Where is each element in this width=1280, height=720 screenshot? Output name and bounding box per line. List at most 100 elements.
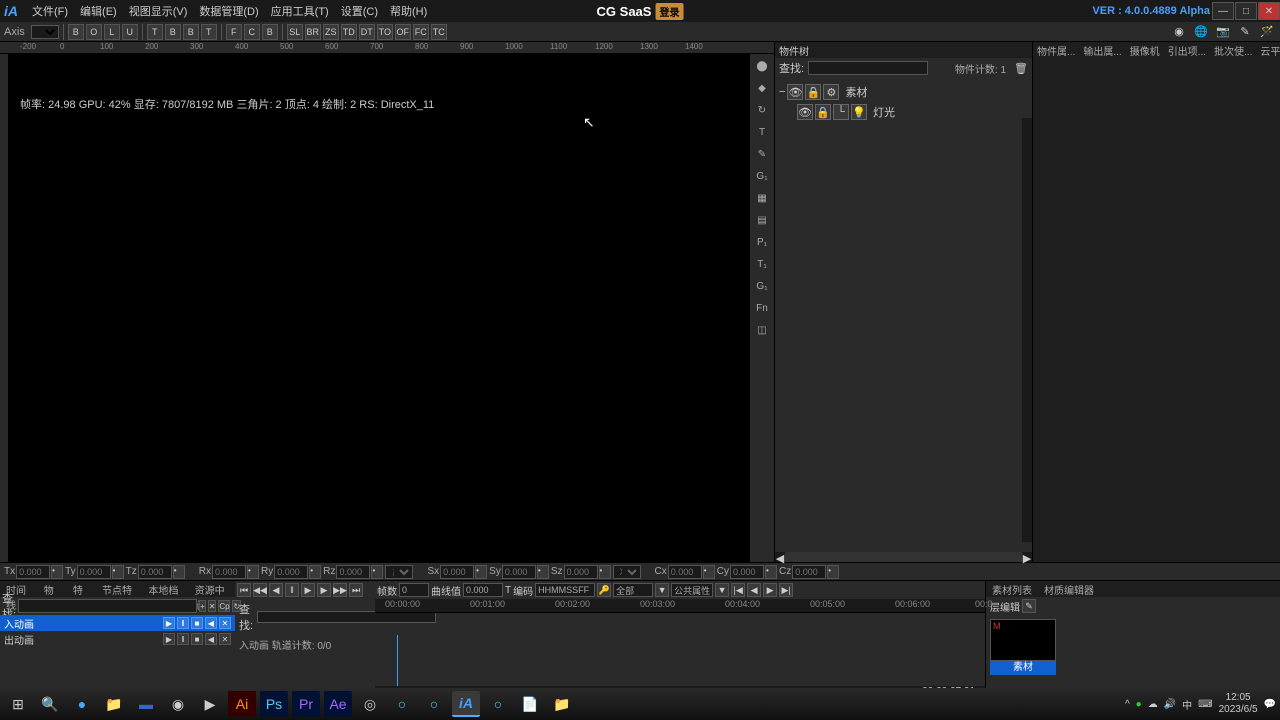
play-icon[interactable]: ▶ — [163, 617, 175, 629]
props-tab-output[interactable]: 输出属... — [1079, 42, 1125, 58]
rz-input[interactable] — [336, 565, 370, 579]
tab-object[interactable]: 物件 — [38, 581, 67, 597]
outliner-tree[interactable]: − 👁 🔒 ⚙ 素材 👁 🔒 └ 💡 灯光 — [775, 78, 1032, 552]
tb-d2[interactable]: C — [244, 24, 260, 40]
tb-c4[interactable]: T — [201, 24, 217, 40]
playhead[interactable] — [397, 635, 398, 686]
tray-keyboard-icon[interactable]: ⌨ — [1198, 699, 1212, 710]
tb-d3[interactable]: B — [262, 24, 278, 40]
tool-p1-icon[interactable]: P₁ — [752, 232, 772, 252]
ry-input[interactable] — [274, 565, 308, 579]
lock-icon[interactable]: 🔒 — [815, 104, 831, 120]
anim-row-out[interactable]: 出动画 ▶ ‖ ■ ◀ ✕ — [0, 631, 235, 647]
tab-resource[interactable]: 资源中心 — [189, 581, 235, 597]
tray-ime-icon[interactable]: 中 — [1182, 697, 1192, 712]
tool-fn-icon[interactable]: Fn — [752, 298, 772, 318]
tree-row-child[interactable]: 👁 🔒 └ 💡 灯光 — [779, 102, 1028, 122]
tb-e5[interactable]: DT — [359, 24, 375, 40]
tool-g2-icon[interactable]: G₁ — [752, 276, 772, 296]
tray-cloud-icon[interactable]: ☁ — [1148, 699, 1158, 710]
tool-pen-icon[interactable]: ✎ — [752, 144, 772, 164]
notification-icon[interactable]: 💬 — [1264, 699, 1276, 710]
close-icon[interactable]: ✕ — [219, 633, 231, 645]
tab-fx[interactable]: 特技 — [67, 581, 96, 597]
tb-b4[interactable]: U — [122, 24, 138, 40]
x-icon[interactable]: ✕ — [208, 600, 217, 612]
pause-icon[interactable]: ‖ — [285, 583, 299, 597]
ai-icon[interactable]: Ai — [228, 691, 256, 717]
folder-icon[interactable]: 📁 — [548, 691, 576, 717]
trash-icon[interactable]: 🗑 — [1014, 62, 1028, 75]
add-icon[interactable]: + — [199, 600, 206, 612]
app-icon-4[interactable]: ○ — [388, 691, 416, 717]
last-frame-icon[interactable]: ⏭ — [349, 583, 363, 597]
login-button[interactable]: 登录 — [655, 3, 683, 20]
outliner-scrollbar[interactable] — [1022, 118, 1032, 542]
sy-input[interactable] — [502, 565, 536, 579]
expand-icon[interactable]: − — [779, 86, 785, 98]
chrome-icon[interactable]: ● — [68, 691, 96, 717]
edit-icon[interactable]: ✎ — [1236, 23, 1254, 41]
record-icon[interactable]: ◉ — [1170, 23, 1188, 41]
tab-asset-list[interactable]: 素材列表 — [986, 581, 1038, 597]
tb-c1[interactable]: T — [147, 24, 163, 40]
tool-diamond-icon[interactable]: ◆ — [752, 78, 772, 98]
tab-nodefx[interactable]: 节点特技 — [96, 581, 142, 597]
copy-icon[interactable]: Cp — [218, 600, 230, 612]
node-icon[interactable]: └ — [833, 104, 849, 120]
minimize-button[interactable]: — — [1212, 2, 1234, 20]
menu-edit[interactable]: 编辑(E) — [74, 1, 123, 21]
eye-icon[interactable]: 👁 — [797, 104, 813, 120]
tab-material-editor[interactable]: 材质编辑器 — [1038, 581, 1100, 597]
play-icon[interactable]: ▶ — [301, 583, 315, 597]
videoapp-icon[interactable]: ▶ — [196, 691, 224, 717]
tb-e4[interactable]: TD — [341, 24, 357, 40]
menu-settings[interactable]: 设置(C) — [335, 1, 384, 21]
app-icon-6[interactable]: ○ — [484, 691, 512, 717]
timecode-format[interactable]: HHMMSSFF — [535, 583, 595, 597]
eye-icon[interactable]: 👁 — [787, 84, 803, 100]
tb-e3[interactable]: ZS — [323, 24, 339, 40]
ty-input[interactable] — [77, 565, 111, 579]
props-tab-cloud[interactable]: 云平台上... — [1256, 42, 1280, 58]
curve-input[interactable]: 0.000 — [463, 583, 503, 597]
tb-e7[interactable]: OF — [395, 24, 411, 40]
app-icon-5[interactable]: ○ — [420, 691, 448, 717]
tray-wechat-icon[interactable]: ● — [1136, 699, 1142, 710]
tb-e1[interactable]: SL — [287, 24, 303, 40]
rot-mode-select[interactable]: 旋转 — [385, 565, 413, 579]
props-tab-camera[interactable]: 摄像机 — [1126, 42, 1164, 58]
axis-select[interactable] — [31, 25, 59, 39]
maximize-button[interactable]: □ — [1235, 2, 1257, 20]
prev-frame-icon[interactable]: ◀ — [269, 583, 283, 597]
public-props[interactable]: 公共属性 — [671, 583, 713, 597]
app-icon-2[interactable]: ◉ — [164, 691, 192, 717]
start-button[interactable]: ⊞ — [4, 691, 32, 717]
lock-icon[interactable]: 🔒 — [805, 84, 821, 100]
first-frame-icon[interactable]: ⏮ — [237, 583, 251, 597]
light-icon[interactable]: 💡 — [851, 104, 867, 120]
tab-archive[interactable]: 本地档案 — [142, 581, 188, 597]
nav-prev-icon[interactable]: ◀ — [747, 583, 761, 597]
tool-g1-icon[interactable]: G₁ — [752, 166, 772, 186]
tx-input[interactable] — [16, 565, 50, 579]
cz-input[interactable] — [792, 565, 826, 579]
tb-e6[interactable]: TO — [377, 24, 393, 40]
rx-input[interactable] — [212, 565, 246, 579]
search-button[interactable]: 🔍 — [36, 691, 64, 717]
next-key-icon[interactable]: ▶▶ — [333, 583, 347, 597]
tb-e8[interactable]: FC — [413, 24, 429, 40]
tb-e9[interactable]: TC — [431, 24, 447, 40]
layer-edit-icon[interactable]: ✎ — [1022, 599, 1036, 613]
asset-thumbnail[interactable]: 素材 — [990, 619, 1056, 675]
props-tab-batch[interactable]: 批次使... — [1210, 42, 1256, 58]
close-icon[interactable]: ✕ — [219, 617, 231, 629]
globe-icon[interactable]: 🌐 — [1192, 23, 1210, 41]
pause-icon[interactable]: ‖ — [177, 617, 189, 629]
explorer-icon[interactable]: 📁 — [100, 691, 128, 717]
scale-mode-select[interactable]: XYZ — [613, 565, 641, 579]
frame-input[interactable]: 0 — [399, 583, 429, 597]
stop-icon[interactable]: ■ — [191, 617, 203, 629]
camera-icon[interactable]: 📷 — [1214, 23, 1232, 41]
menu-view[interactable]: 视图显示(V) — [123, 1, 194, 21]
